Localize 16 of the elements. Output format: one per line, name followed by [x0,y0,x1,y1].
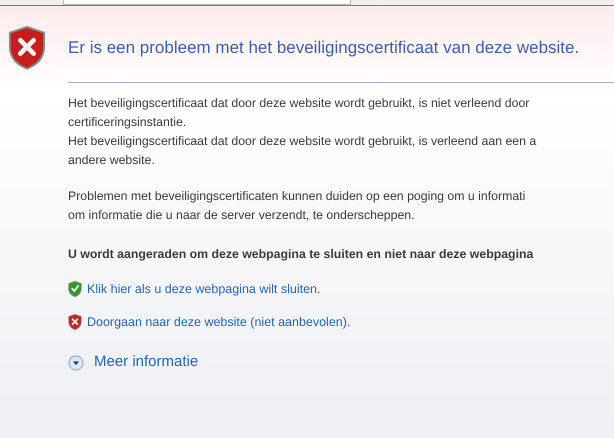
action-link[interactable]: Klik hier als u deze webpagina wilt sluiten. [87,280,320,299]
cross-shield-icon [68,314,82,330]
advice-text: U wordt aangeraden om deze webpagina te sluiten en niet naar deze webpagina [68,246,534,263]
paragraph-line: certificeringsinstantie. [68,114,188,130]
paragraph-line: andere website. [68,152,156,168]
action-link[interactable]: Doorgaan naar deze website (niet aanbevolen). [87,312,350,332]
more-info-link[interactable]: Meer informatie [94,351,198,374]
address-field[interactable] [63,0,351,5]
check-shield-icon [68,281,82,298]
paragraph-line: Het beveiligingscertificaat dat door deze website wordt gebruikt, is verleend aan een a [68,132,538,150]
page-heading: Er is een probleem met het beveiligingscertificaat van deze website. [68,37,580,59]
expand-icon[interactable] [68,354,84,371]
paragraph-line: Het beveiligingscertificaat dat door deze website wordt gebruikt, is niet verleend door [68,94,530,112]
paragraph-line: Problemen met beveiligingscertificaten kunnen duiden op een poging om u informati [68,188,526,204]
paragraph-line: om informatie die u naar de server verzendt, te onderscheppen. [68,206,416,224]
warning-shield-icon [8,26,46,70]
